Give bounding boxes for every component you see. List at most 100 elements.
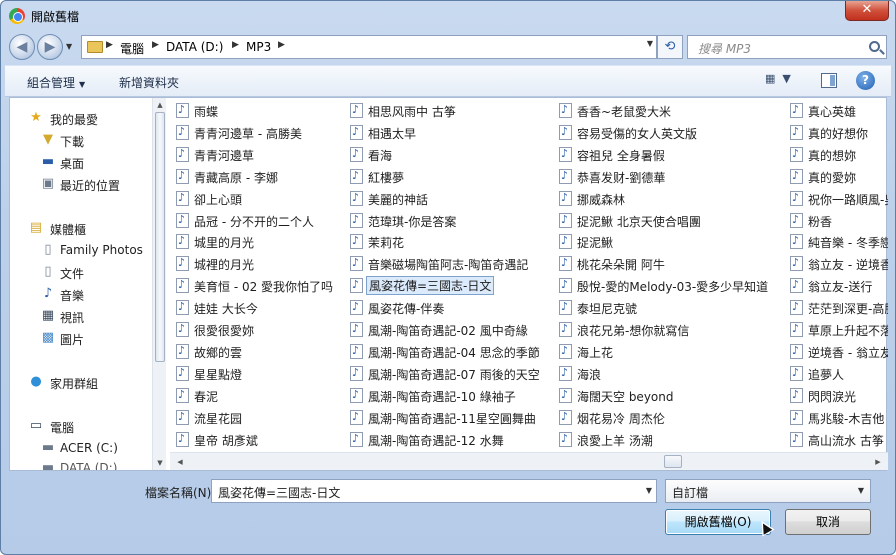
music-file-icon (176, 234, 189, 250)
organize-menu[interactable]: 組合管理 ▼ (27, 74, 85, 91)
download-folder-icon: ▼ (43, 132, 53, 147)
file-list: 雨蝶青青河邊草 - 高勝美青青河邊草青藏高原 - 李娜卻上心頭品冠 - 分不开的… (170, 98, 888, 452)
sidebar-item-data-drive[interactable]: ▬ DATA (D:) (10, 458, 152, 471)
file-name: 春泥 (194, 389, 219, 404)
recent-pages-dropdown[interactable]: ▼ (66, 42, 72, 51)
file-name: 閃閃淚光 (808, 389, 857, 404)
music-file-icon (350, 278, 363, 294)
sidebar-item-documents[interactable]: ▯ 文件 (10, 262, 152, 282)
close-button[interactable]: ✕ (845, 1, 889, 21)
music-file-icon (176, 322, 189, 337)
music-file-icon (176, 409, 189, 425)
horizontal-scroll-thumb[interactable] (664, 455, 682, 468)
scroll-right-icon[interactable]: ▶ (872, 456, 884, 468)
computer-icon: ▭ (29, 418, 43, 433)
sidebar-item-downloads[interactable]: ▼ 下載 (10, 130, 152, 150)
sidebar-scroll-thumb[interactable] (155, 112, 165, 362)
change-view-button[interactable]: ▦ ▼ (765, 72, 801, 92)
music-file-icon (559, 124, 572, 140)
search-input[interactable]: 搜尋 MP3 (687, 35, 887, 59)
forward-button[interactable]: ▶ (37, 34, 63, 60)
cancel-button[interactable]: 取消 (785, 509, 871, 535)
file-name: 烟花易冷 周杰伦 (577, 411, 665, 426)
sidebar-item-computer[interactable]: ▭ 電腦 (10, 416, 152, 436)
file-name: 桃花朵朵開 阿牛 (577, 258, 665, 273)
filename-value: 風姿花傳=三國志-日文 (218, 486, 341, 500)
music-file-icon (176, 190, 189, 206)
music-file-icon (790, 168, 803, 184)
file-name: 風潮-陶笛奇遇記-12 水舞 (368, 433, 504, 448)
preview-pane-button[interactable] (821, 73, 837, 88)
file-name: 城裡的月光 (194, 258, 255, 273)
music-file-icon (559, 278, 572, 294)
music-file-icon (559, 146, 572, 162)
file-name: 品冠 - 分不开的二个人 (194, 214, 314, 229)
sidebar-item-videos[interactable]: ▦ 視訊 (10, 306, 152, 326)
music-file-icon (790, 124, 803, 140)
music-file-icon (559, 300, 572, 316)
star-icon: ★ (30, 110, 42, 125)
dialog-footer: 檔案名稱(N): 風姿花傳=三國志-日文 ▼ 自訂檔 ▼ 開啟舊檔(O) 取消 (1, 473, 895, 555)
music-file-icon (176, 343, 189, 359)
refresh-button[interactable]: ⟲ (657, 35, 683, 59)
sidebar-item-favorites[interactable]: ★ 我的最愛 (10, 108, 152, 128)
file-name: 茉莉花 (368, 236, 405, 251)
back-button[interactable]: ◀ (9, 34, 35, 60)
address-bar[interactable]: ▶ 電腦 ▶ DATA (D:) ▶ MP3 ▶ (81, 35, 657, 59)
chevron-right-icon[interactable]: ▶ (106, 40, 113, 50)
sidebar-item-pictures[interactable]: ▩ 圖片 (10, 328, 152, 348)
music-file-icon (790, 146, 803, 162)
music-file-icon (559, 387, 572, 403)
music-file-icon (350, 190, 363, 206)
sidebar-item-homegroup[interactable]: ● 家用群組 (10, 372, 152, 392)
sidebar-item-label: 我的最愛 (50, 113, 99, 127)
filename-label: 檔案名稱(N): (145, 486, 216, 500)
sidebar-item-label: Family Photos (60, 243, 143, 257)
music-file-icon (790, 256, 803, 272)
breadcrumb-data-drive[interactable]: DATA (D:) (166, 40, 223, 54)
chevron-right-icon[interactable]: ▶ (278, 40, 285, 50)
sidebar-scrollbar[interactable]: ▲ ▼ (152, 98, 166, 470)
chevron-right-icon[interactable]: ▶ (152, 40, 159, 50)
sidebar-item-label: 視訊 (60, 311, 85, 325)
new-folder-button[interactable]: 新增資料夾 (119, 74, 179, 91)
sidebar-item-desktop[interactable]: ▬ 桌面 (10, 152, 152, 172)
file-name: 相思风雨中 古筝 (368, 105, 456, 119)
scroll-up-icon[interactable]: ▲ (155, 100, 165, 110)
sidebar-item-family-photos[interactable]: ▯ Family Photos (10, 240, 152, 260)
filename-input[interactable]: 風姿花傳=三國志-日文 ▼ (211, 479, 657, 503)
chevron-right-icon[interactable]: ▶ (232, 40, 239, 50)
file-name: 捉泥鰍 (577, 236, 614, 251)
sidebar-item-music[interactable]: ♪ 音樂 (10, 284, 152, 304)
file-type-select[interactable]: 自訂檔 ▼ (665, 479, 871, 503)
scroll-left-icon[interactable]: ◀ (174, 456, 186, 468)
search-placeholder: 搜尋 MP3 (698, 42, 752, 56)
command-bar: 組合管理 ▼ 新增資料夾 ▦ ▼ ? (5, 65, 891, 97)
sidebar-item-recent[interactable]: ▣ 最近的位置 (10, 174, 152, 194)
music-file-icon (176, 365, 189, 381)
music-file-icon (559, 103, 572, 118)
sidebar-item-libraries[interactable]: ▤ 媒體櫃 (10, 218, 152, 238)
homegroup-icon: ● (30, 374, 42, 389)
breadcrumb-mp3[interactable]: MP3 (246, 40, 271, 54)
help-icon[interactable]: ? (856, 71, 875, 90)
file-name: 青青河邊草 (194, 148, 255, 163)
horizontal-scrollbar[interactable]: ◀ ▶ (170, 452, 888, 470)
sidebar-item-acer-drive[interactable]: ▬ ACER (C:) (10, 438, 152, 458)
scroll-down-icon[interactable]: ▼ (155, 458, 165, 468)
open-button[interactable]: 開啟舊檔(O) (665, 509, 771, 535)
desktop-icon: ▬ (41, 154, 55, 169)
search-icon (869, 41, 880, 52)
chevron-down-icon[interactable]: ▼ (646, 486, 652, 495)
music-file-icon (790, 103, 803, 118)
file-name: 故鄉的雲 (194, 345, 243, 360)
breadcrumb-computer[interactable]: 電腦 (120, 40, 144, 57)
file-name: 青青河邊草 - 高勝美 (194, 126, 302, 141)
music-file-icon (176, 300, 189, 316)
file-name: 真心英雄 (808, 105, 857, 119)
music-file-icon (350, 256, 363, 272)
file-name: 范瑋琪-你是答案 (368, 214, 457, 229)
music-file-icon (350, 103, 363, 118)
folder-icon (87, 41, 103, 53)
file-name: 相遇太早 (368, 126, 417, 141)
